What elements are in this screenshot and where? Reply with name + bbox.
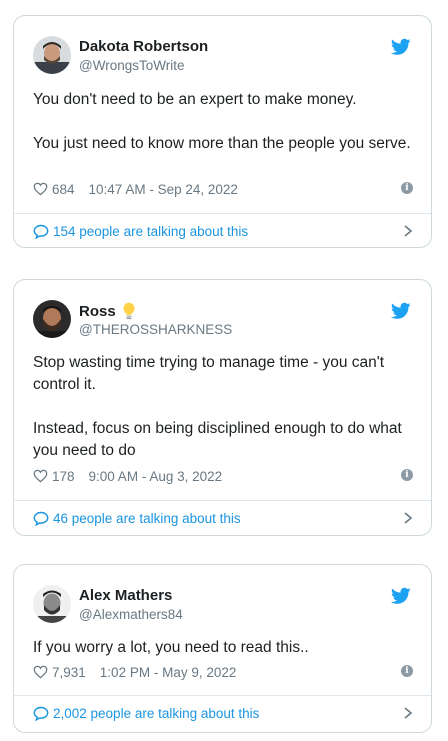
info-icon[interactable]: i (401, 665, 413, 677)
heart-icon[interactable] (33, 469, 48, 483)
tweet-text: You don't need to be an expert to make m… (33, 89, 413, 155)
avatar[interactable] (33, 300, 71, 338)
info-icon[interactable]: i (401, 182, 413, 194)
timestamp[interactable]: 10:47 AM - Sep 24, 2022 (89, 182, 238, 197)
author-handle[interactable]: @WrongsToWrite (79, 58, 184, 73)
heart-icon[interactable] (33, 665, 48, 679)
speech-bubble-icon (33, 706, 49, 721)
twitter-bird-icon[interactable] (391, 302, 411, 320)
chevron-right-icon[interactable] (403, 707, 413, 719)
chevron-right-icon[interactable] (403, 512, 413, 524)
tweet-paragraph: Instead, focus on being disciplined enou… (33, 420, 402, 459)
timestamp[interactable]: 1:02 PM - May 9, 2022 (100, 665, 237, 680)
speech-bubble-icon (33, 511, 49, 526)
tweet-meta: 684 10:47 AM - Sep 24, 2022 i (33, 179, 413, 199)
conversation-count[interactable]: 154 people are talking about this (53, 224, 248, 239)
tweet-paragraph: You just need to know more than the peop… (33, 135, 411, 152)
tweet-header: Alex Mathers @Alexmathers84 (14, 565, 431, 625)
tweet-paragraph: You don't need to be an expert to make m… (33, 91, 357, 108)
like-count[interactable]: 684 (52, 182, 75, 197)
lightbulb-icon (123, 302, 135, 320)
author-handle[interactable]: @THEROSSHARKNESS (79, 322, 232, 337)
conversation-link[interactable]: 2,002 people are talking about this (33, 703, 413, 723)
tweet-text: If you worry a lot, you need to read thi… (33, 637, 413, 659)
author-name[interactable]: Alex Mathers (79, 587, 172, 604)
conversation-count[interactable]: 46 people are talking about this (53, 511, 241, 526)
tweet-paragraph: If you worry a lot, you need to read thi… (33, 639, 309, 656)
divider (14, 500, 431, 501)
tweet-meta: 178 9:00 AM - Aug 3, 2022 i (33, 466, 413, 486)
tweet-text: Stop wasting time trying to manage time … (33, 352, 413, 462)
like-count[interactable]: 7,931 (52, 665, 86, 680)
tweet-header: Ross @THEROSSHARKNESS (14, 280, 431, 340)
chevron-right-icon[interactable] (403, 225, 413, 237)
author-handle[interactable]: @Alexmathers84 (79, 607, 183, 622)
avatar[interactable] (33, 36, 71, 74)
twitter-bird-icon[interactable] (391, 587, 411, 605)
conversation-count[interactable]: 2,002 people are talking about this (53, 706, 259, 721)
like-count[interactable]: 178 (52, 469, 75, 484)
speech-bubble-icon (33, 224, 49, 239)
tweet-meta: 7,931 1:02 PM - May 9, 2022 i (33, 662, 413, 682)
twitter-bird-icon[interactable] (391, 38, 411, 56)
tweet-card[interactable]: Ross @THEROSSHARKNESS Stop wasting time … (13, 279, 432, 536)
tweet-card[interactable]: Alex Mathers @Alexmathers84 If you worry… (13, 564, 432, 733)
heart-icon[interactable] (33, 182, 48, 196)
divider (14, 213, 431, 214)
author-name[interactable]: Dakota Robertson (79, 38, 208, 55)
avatar[interactable] (33, 585, 71, 623)
tweet-card[interactable]: Dakota Robertson @WrongsToWrite You don'… (13, 15, 432, 248)
author-name[interactable]: Ross (79, 302, 136, 320)
tweet-paragraph: Stop wasting time trying to manage time … (33, 354, 385, 393)
conversation-link[interactable]: 46 people are talking about this (33, 508, 413, 528)
divider (14, 695, 431, 696)
conversation-link[interactable]: 154 people are talking about this (33, 221, 413, 241)
tweet-header: Dakota Robertson @WrongsToWrite (14, 16, 431, 76)
timestamp[interactable]: 9:00 AM - Aug 3, 2022 (89, 469, 223, 484)
info-icon[interactable]: i (401, 469, 413, 481)
